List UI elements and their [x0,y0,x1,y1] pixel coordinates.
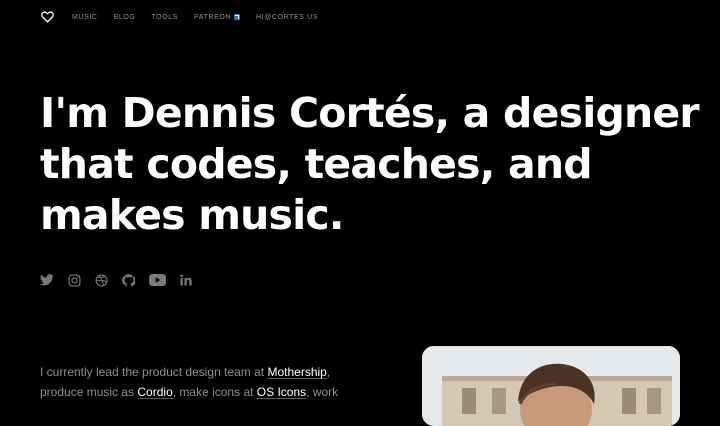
hero-title: I'm Dennis Cortés, a designer that codes… [40,89,700,239]
youtube-icon [149,274,166,286]
nav-link-email[interactable]: HI@CORTES.US [256,14,318,21]
bio-text-3: , make icons at [172,385,257,399]
nav-link-patreon[interactable]: PATREON [194,13,241,21]
profile-photo [422,346,680,426]
cordio-link[interactable]: Cordio [137,385,172,399]
github-icon [122,273,135,286]
bio-text-1: I currently lead the product design team… [40,365,268,379]
external-link-icon [234,14,241,20]
linkedin-link[interactable] [180,274,192,286]
linkedin-icon [180,274,192,286]
github-link[interactable] [122,273,135,287]
youtube-link[interactable] [149,274,166,286]
bio-text-4: , work [306,385,339,399]
twitter-icon [40,274,54,286]
nav-link-music-label: MUSIC [72,13,98,21]
heart-logo-icon[interactable] [40,10,54,24]
instagram-link[interactable] [68,273,81,287]
mothership-link[interactable]: Mothership [267,365,326,379]
nav-link-email-label: HI@CORTES.US [256,13,319,21]
dribbble-icon [95,274,108,286]
os-icons-link[interactable]: OS Icons [257,385,306,399]
nav-link-music[interactable]: MUSIC [72,14,98,21]
instagram-icon [68,273,81,287]
social-links [40,272,206,288]
twitter-link[interactable] [40,274,54,286]
nav-link-tools[interactable]: TOOLS [151,14,178,21]
top-nav: MUSIC BLOG TOOLS PATREON HI@CORTES.US [40,10,334,24]
nav-link-tools-label: TOOLS [151,13,179,21]
nav-link-patreon-label: PATREON [194,13,232,21]
nav-link-blog-label: BLOG [113,13,136,21]
nav-link-blog[interactable]: BLOG [114,14,136,21]
dribbble-link[interactable] [95,274,108,287]
bio-paragraph: I currently lead the product design team… [40,362,350,402]
